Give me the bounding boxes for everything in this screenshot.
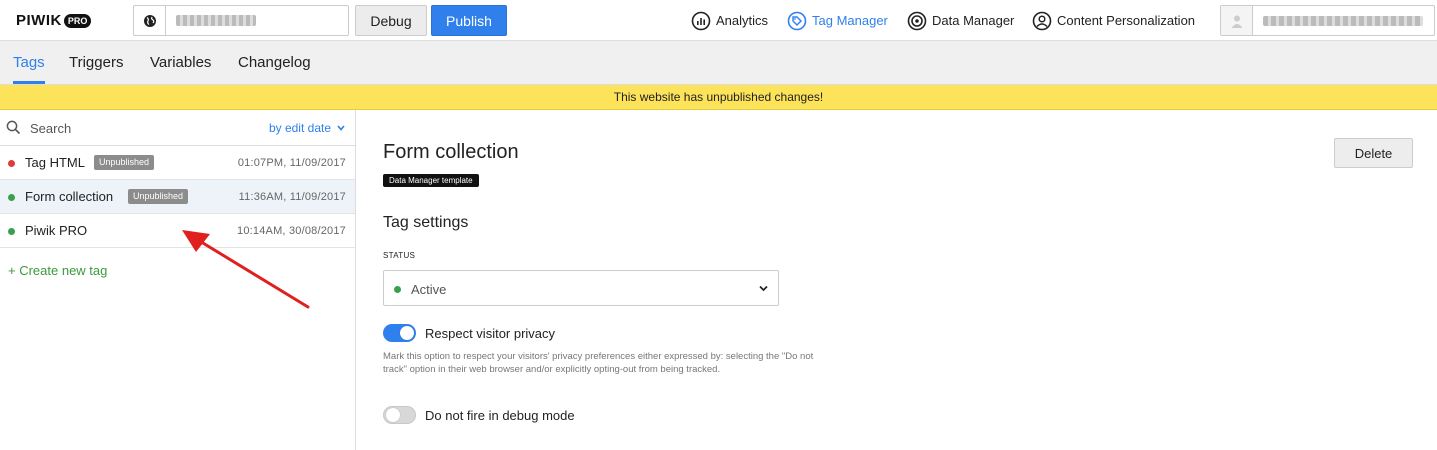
unpublished-badge: Unpublished bbox=[94, 155, 155, 170]
search-input[interactable] bbox=[30, 119, 230, 137]
search-icon bbox=[6, 120, 21, 140]
logo-text: PIWIK bbox=[16, 12, 62, 29]
create-new-tag-link[interactable]: + Create new tag bbox=[8, 263, 107, 278]
toggle-knob bbox=[400, 326, 414, 340]
logo-badge: PRO bbox=[63, 13, 92, 28]
user-email-redacted bbox=[1263, 16, 1423, 26]
page-title: Form collection bbox=[383, 141, 519, 163]
tag-list-item[interactable]: Tag HTML Unpublished 01:07PM, 11/09/2017 bbox=[0, 146, 355, 180]
respect-privacy-toggle[interactable] bbox=[383, 324, 416, 342]
chevron-down-icon bbox=[337, 125, 345, 131]
chevron-down-icon bbox=[759, 285, 768, 292]
nav-content-personalization[interactable]: Content Personalization bbox=[1032, 10, 1195, 31]
status-dot-icon bbox=[8, 194, 15, 201]
tag-detail-panel: Form collection Data Manager template De… bbox=[357, 110, 1437, 450]
nav-tag-manager[interactable]: Tag Manager bbox=[787, 10, 888, 31]
annotation-arrow-icon bbox=[182, 230, 310, 309]
no-debug-fire-label: Do not fire in debug mode bbox=[425, 408, 575, 423]
tag-edit-date: 11:36AM, 11/09/2017 bbox=[238, 191, 346, 203]
person-icon bbox=[1032, 11, 1052, 30]
search-row: by edit date bbox=[0, 110, 355, 146]
sort-dropdown[interactable]: by edit date bbox=[269, 121, 345, 135]
respect-privacy-label: Respect visitor privacy bbox=[425, 326, 556, 341]
nav-content-personalization-label: Content Personalization bbox=[1057, 13, 1196, 28]
top-bar: PIWIK PRO Debug Publish Analytics Tag Ma… bbox=[0, 0, 1437, 41]
status-dot-icon bbox=[8, 160, 15, 167]
status-label: STATUS bbox=[383, 251, 416, 260]
logo[interactable]: PIWIK PRO bbox=[16, 12, 92, 29]
user-avatar-icon bbox=[1221, 6, 1253, 35]
tag-name: Form collection bbox=[25, 189, 114, 204]
status-dot-icon bbox=[394, 286, 401, 293]
publish-button[interactable]: Publish bbox=[431, 5, 507, 36]
nav-analytics[interactable]: Analytics bbox=[691, 10, 768, 31]
delete-button[interactable]: Delete bbox=[1334, 138, 1413, 168]
tab-variables[interactable]: Variables bbox=[150, 54, 211, 84]
nav-analytics-label: Analytics bbox=[716, 13, 769, 28]
privacy-help-text: Mark this option to respect your visitor… bbox=[383, 351, 814, 375]
no-debug-fire-toggle[interactable] bbox=[383, 406, 416, 424]
unpublished-changes-banner: This website has unpublished changes! bbox=[0, 85, 1437, 110]
target-icon bbox=[907, 11, 927, 30]
nav-data-manager[interactable]: Data Manager bbox=[907, 10, 1014, 31]
template-badge: Data Manager template bbox=[383, 174, 479, 187]
tab-tags[interactable]: Tags bbox=[13, 54, 45, 84]
status-select[interactable]: Active bbox=[383, 270, 779, 306]
toggle-knob bbox=[386, 408, 400, 422]
sort-label: by edit date bbox=[268, 121, 331, 135]
status-dot-icon bbox=[8, 228, 15, 235]
website-name-redacted bbox=[176, 15, 256, 26]
analytics-icon bbox=[691, 11, 711, 30]
tag-name: Piwik PRO bbox=[25, 223, 88, 238]
tag-icon bbox=[787, 11, 807, 30]
nav-tag-manager-label: Tag Manager bbox=[812, 13, 888, 28]
website-selector[interactable] bbox=[133, 5, 349, 36]
status-value: Active bbox=[411, 282, 447, 297]
tag-list-item[interactable]: Form collection Unpublished 11:36AM, 11/… bbox=[0, 180, 355, 214]
tab-triggers[interactable]: Triggers bbox=[69, 54, 123, 84]
user-menu[interactable] bbox=[1220, 5, 1435, 36]
tag-name: Tag HTML bbox=[25, 155, 85, 170]
globe-icon bbox=[134, 6, 166, 35]
debug-button[interactable]: Debug bbox=[355, 5, 427, 36]
tab-changelog[interactable]: Changelog bbox=[238, 54, 311, 84]
section-tabs: Tags Triggers Variables Changelog bbox=[0, 41, 1437, 85]
tag-edit-date: 01:07PM, 11/09/2017 bbox=[237, 157, 346, 169]
unpublished-badge: Unpublished bbox=[128, 189, 189, 204]
nav-data-manager-label: Data Manager bbox=[932, 13, 1015, 28]
section-title: Tag settings bbox=[383, 214, 469, 231]
